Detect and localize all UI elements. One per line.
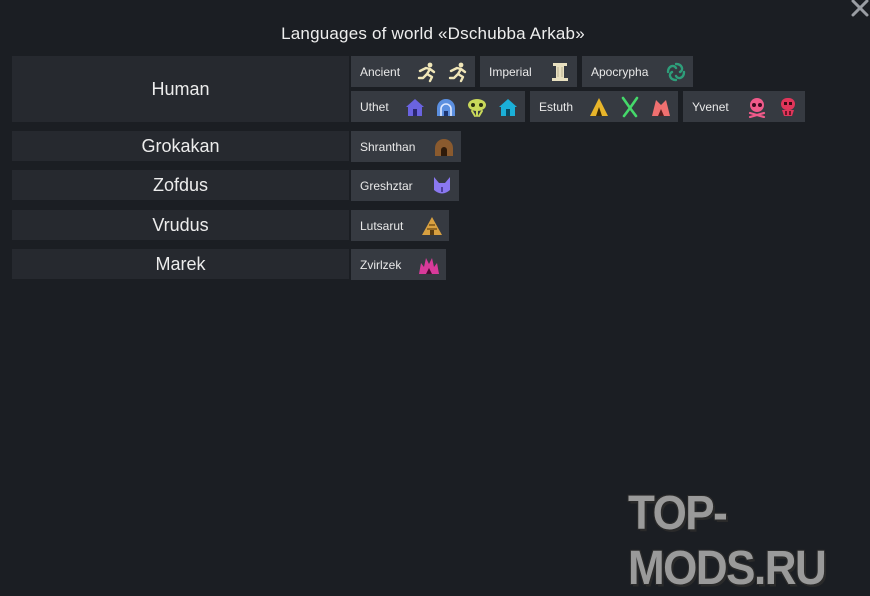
- pyramid-icon: [422, 216, 442, 235]
- race-name: Grokakan: [141, 135, 220, 156]
- hut-icon: [652, 99, 670, 116]
- language-name: Greshztar: [360, 178, 413, 193]
- language-lutsarut[interactable]: Lutsarut: [351, 210, 449, 241]
- language-name: Apocrypha: [591, 64, 649, 79]
- language-name: Zvirlzek: [360, 257, 402, 272]
- race-row-marek: Marek: [12, 249, 349, 279]
- language-name: Estuth: [539, 99, 574, 114]
- language-name: Yvenet: [692, 99, 729, 114]
- dome-icon: [435, 138, 453, 156]
- race-row-human: Human: [12, 56, 349, 122]
- house-icon: [406, 98, 424, 116]
- spiky-hut-icon: [419, 257, 439, 274]
- running-figure-icon: [448, 62, 467, 82]
- language-greshztar[interactable]: Greshztar: [351, 170, 459, 201]
- house-icon: [499, 98, 517, 116]
- crossed-bones-icon: [621, 96, 639, 117]
- skull-icon: [468, 98, 486, 117]
- skull-icon: [781, 97, 795, 116]
- language-imperial[interactable]: Imperial: [480, 56, 577, 87]
- race-name: Human: [151, 78, 210, 99]
- language-estuth[interactable]: Estuth: [530, 91, 678, 122]
- language-name: Uthet: [360, 99, 389, 114]
- race-row-vrudus: Vrudus: [12, 210, 349, 240]
- skull-icon: [748, 97, 766, 118]
- close-icon[interactable]: [850, 0, 870, 18]
- language-name: Lutsarut: [360, 218, 404, 233]
- tent-icon: [590, 97, 608, 116]
- watermark-logo: TOP-MODS.RU: [628, 486, 827, 596]
- language-ancient[interactable]: Ancient: [351, 56, 475, 87]
- dome-icon: [437, 98, 455, 116]
- language-yvenet[interactable]: Yvenet: [683, 91, 805, 122]
- race-name: Marek: [155, 253, 206, 274]
- language-name: Imperial: [489, 64, 532, 79]
- language-shranthan[interactable]: Shranthan: [351, 131, 461, 162]
- language-name: Shranthan: [360, 139, 416, 154]
- race-row-zofdus: Zofdus: [12, 170, 349, 200]
- swirl-icon: [666, 62, 686, 81]
- language-name: Ancient: [360, 64, 401, 79]
- cat-head-icon: [434, 176, 450, 193]
- race-row-grokakan: Grokakan: [12, 131, 349, 161]
- race-name: Vrudus: [152, 214, 209, 235]
- page-title: Languages of world «Dschubba Arkab»: [281, 24, 585, 43]
- language-zvirlzek[interactable]: Zvirlzek: [351, 249, 446, 280]
- language-uthet[interactable]: Uthet: [351, 91, 525, 122]
- running-figure-icon: [417, 62, 436, 82]
- pillar-icon: [552, 62, 568, 81]
- language-apocrypha[interactable]: Apocrypha: [582, 56, 693, 87]
- race-name: Zofdus: [152, 174, 209, 195]
